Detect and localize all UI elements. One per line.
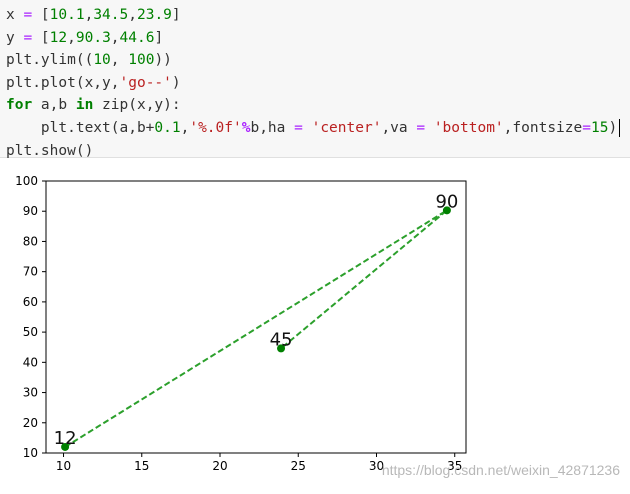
line-chart: 10 15 20 25 30 35102030405060708090100129045h… xyxy=(15,174,620,478)
x-tick-label: 10 xyxy=(56,459,71,473)
code-line-1: x = [10.1,34.5,23.9] xyxy=(6,7,181,23)
code-line-6: plt.text(a,b+0.1,'%.0f'%b,ha = 'center',… xyxy=(6,117,630,140)
x-tick-label: 25 xyxy=(291,459,306,473)
y-tick-label: 50 xyxy=(23,325,38,339)
y-tick-label: 30 xyxy=(23,386,38,400)
series-line xyxy=(64,209,448,448)
plot-frame xyxy=(45,180,467,454)
y-tick-label: 100 xyxy=(15,174,38,188)
output-area: 10 15 20 25 30 35 10 20 30 40 50 60 70 80 90 100 12 90 45 h… xyxy=(0,160,630,490)
x-tick-label: 20 xyxy=(212,459,227,473)
text-cursor xyxy=(619,118,621,137)
y-tick-label: 40 xyxy=(23,355,38,369)
data-label: 12 xyxy=(54,428,77,449)
y-tick-label: 10 xyxy=(23,446,38,460)
code-cell[interactable]: x = [10.1,34.5,23.9] y = [12,90.3,44.6] … xyxy=(0,0,630,159)
y-tick-label: 90 xyxy=(23,204,38,218)
data-label: 90 xyxy=(435,191,458,212)
code-line-5: for a,b in zip(x,y): xyxy=(6,97,181,114)
y-tick-label: 70 xyxy=(23,265,38,279)
x-tick-label: 15 xyxy=(134,459,149,473)
watermark-text: https://blog.csdn.net/weixin_42871236 xyxy=(382,462,620,478)
y-tick-label: 20 xyxy=(23,416,38,430)
y-tick-label: 60 xyxy=(23,295,38,309)
code-line-4: plt.plot(x,y,'go--') xyxy=(6,74,181,91)
code-line-7: plt.show() xyxy=(6,142,94,159)
code-line-3: plt.ylim((10, 100)) xyxy=(6,52,172,69)
data-label: 45 xyxy=(270,329,293,350)
code-line-2: y = [12,90.3,44.6] xyxy=(6,29,164,46)
y-tick-label: 80 xyxy=(23,234,38,248)
